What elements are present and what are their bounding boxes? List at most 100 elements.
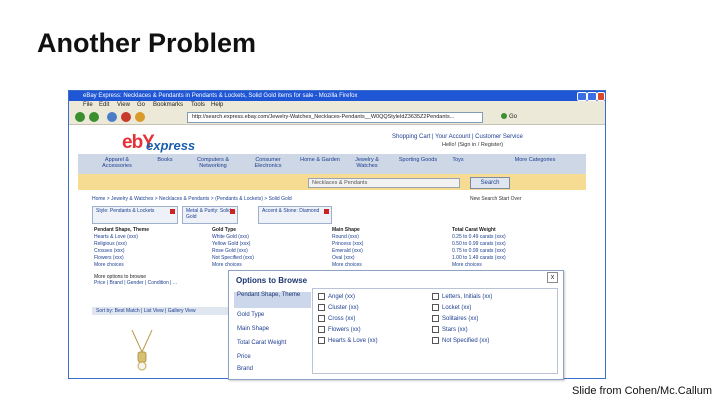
hello-signin[interactable]: Hello! (Sign in / Register): [442, 142, 503, 148]
checkbox[interactable]: [432, 304, 439, 311]
results-view-bar[interactable]: Sort by: Best Match | List View | Galler…: [92, 307, 232, 315]
category-jewelry[interactable]: Jewelry & Watches: [346, 157, 388, 169]
browse-link[interactable]: Religious (xxx): [94, 241, 149, 248]
side-item-main-shape[interactable]: Main Shape: [234, 326, 311, 333]
reload-icon[interactable]: [107, 112, 117, 122]
checkbox[interactable]: [318, 337, 325, 344]
category-bar: Apparel & Accessories Books Computers & …: [78, 154, 586, 174]
column-heading: Pendant Shape, Theme: [94, 227, 150, 233]
home-icon[interactable]: [135, 112, 145, 122]
option-cross[interactable]: Cross (xx): [318, 315, 355, 323]
filter-tag-style[interactable]: Style: Pendants & Lockets: [92, 206, 178, 224]
menu-edit[interactable]: Edit: [99, 101, 109, 110]
option-letters[interactable]: Letters, Initials (xx): [432, 293, 492, 301]
address-bar[interactable]: http://search.express.ebay.com/Jewelry-W…: [187, 112, 483, 123]
browse-link[interactable]: Yellow Gold (xxx): [212, 241, 254, 248]
browse-link[interactable]: Not Specified (xxx): [212, 255, 254, 262]
browse-column-gold: Gold Type White Gold (xxx) Yellow Gold (…: [212, 227, 254, 269]
browse-column-carat: Total Carat Weight 0.25 to 0.49 carats (…: [452, 227, 506, 269]
option-label: Flowers (xx): [328, 327, 361, 334]
menu-file[interactable]: File: [83, 101, 93, 110]
menu-bar: File Edit View Go Bookmarks Tools Help: [69, 101, 605, 110]
checkbox[interactable]: [432, 315, 439, 322]
category-computers[interactable]: Computers & Networking: [188, 157, 238, 169]
option-solitaires[interactable]: Solitaires (xx): [432, 315, 478, 323]
side-item-carat-weight[interactable]: Total Carat Weight: [234, 340, 311, 347]
checkbox[interactable]: [318, 293, 325, 300]
remove-filter-icon[interactable]: [170, 209, 175, 214]
category-electronics[interactable]: Consumer Electronics: [246, 157, 290, 169]
filter-tag-metal[interactable]: Metal & Purity: Solid Gold: [182, 206, 238, 224]
menu-view[interactable]: View: [117, 101, 130, 110]
checkbox[interactable]: [432, 293, 439, 300]
option-flowers[interactable]: Flowers (xx): [318, 326, 361, 334]
more-choices-link[interactable]: More choices: [332, 262, 363, 269]
side-item-price[interactable]: Price: [234, 354, 311, 361]
category-sporting[interactable]: Sporting Goods: [398, 157, 438, 163]
category-apparel[interactable]: Apparel & Accessories: [92, 157, 142, 169]
browse-link[interactable]: 0.25 to 0.49 carats (xxx): [452, 234, 506, 241]
menu-help[interactable]: Help: [211, 101, 223, 110]
filter-tag-accent[interactable]: Accent & Stone: Diamond: [258, 206, 332, 224]
menu-bookmarks[interactable]: Bookmarks: [153, 101, 183, 110]
account-links[interactable]: Shopping Cart | Your Account | Customer …: [392, 134, 523, 140]
more-options-links[interactable]: Price | Brand | Gender | Condition | ...: [94, 280, 177, 286]
more-choices-link[interactable]: More choices: [212, 262, 254, 269]
back-icon[interactable]: [75, 112, 85, 122]
search-button[interactable]: Search: [470, 177, 510, 189]
option-locket[interactable]: Locket (xx): [432, 304, 471, 312]
close-window-icon[interactable]: [597, 92, 605, 101]
remove-filter-icon[interactable]: [324, 209, 329, 214]
more-choices-link[interactable]: More choices: [94, 262, 149, 269]
go-button[interactable]: Go: [501, 112, 523, 122]
browse-link[interactable]: Hearts & Love (xxx): [94, 234, 149, 241]
checkbox[interactable]: [318, 304, 325, 311]
close-icon[interactable]: x: [547, 272, 558, 283]
checkbox[interactable]: [318, 315, 325, 322]
checkbox[interactable]: [318, 326, 325, 333]
checkbox[interactable]: [432, 337, 439, 344]
browse-link[interactable]: Rose Gold (xxx): [212, 248, 254, 255]
category-more[interactable]: More Categories: [502, 157, 568, 163]
forward-icon[interactable]: [89, 112, 99, 122]
minimize-icon[interactable]: [577, 92, 587, 101]
stop-icon[interactable]: [121, 112, 131, 122]
window-title: eBay Express: Necklaces & Pendants in Pe…: [83, 93, 358, 99]
new-search-links[interactable]: New Search Start Over: [470, 196, 521, 202]
browse-link[interactable]: Emerald (xxx): [332, 248, 363, 255]
browse-link[interactable]: Flowers (xxx): [94, 255, 149, 262]
remove-filter-icon[interactable]: [230, 209, 235, 214]
option-angel[interactable]: Angel (xx): [318, 293, 355, 301]
checkbox[interactable]: [432, 326, 439, 333]
browse-column-main-shape: Main Shape Round (xxx) Princess (xxx) Em…: [332, 227, 363, 269]
category-toys[interactable]: Toys: [446, 157, 470, 163]
menu-go[interactable]: Go: [137, 101, 145, 110]
browse-link[interactable]: Princess (xxx): [332, 241, 363, 248]
pendant-thumbnail[interactable]: [122, 330, 162, 374]
browse-link[interactable]: White Gold (xxx): [212, 234, 254, 241]
dialog-title: Options to Browse: [236, 276, 308, 285]
search-input[interactable]: Necklaces & Pendants: [308, 178, 460, 188]
option-hearts-love[interactable]: Hearts & Love (xx): [318, 337, 378, 345]
side-item-pendant-shape[interactable]: Pendant Shape, Theme: [234, 292, 311, 308]
option-not-specified[interactable]: Not Specified (xx): [432, 337, 489, 345]
category-home[interactable]: Home & Garden: [300, 157, 340, 163]
category-books[interactable]: Books: [150, 157, 180, 163]
browse-link[interactable]: 1.00 to 1.49 carats (xxx): [452, 255, 506, 262]
side-item-brand[interactable]: Brand: [234, 366, 311, 373]
breadcrumb[interactable]: Home > Jewelry & Watches > Necklaces & P…: [92, 196, 292, 202]
more-choices-link[interactable]: More choices: [452, 262, 506, 269]
menu-tools[interactable]: Tools: [191, 101, 205, 110]
option-cluster[interactable]: Cluster (xx): [318, 304, 359, 312]
side-item-gold-type[interactable]: Gold Type: [234, 312, 311, 319]
browse-link[interactable]: 0.50 to 0.99 carats (xxx): [452, 241, 506, 248]
browse-link[interactable]: 0.75 to 0.99 carats (xxx): [452, 248, 506, 255]
browse-link[interactable]: Round (xxx): [332, 234, 363, 241]
maximize-icon[interactable]: [587, 92, 597, 101]
browse-link[interactable]: Oval (xxx): [332, 255, 363, 262]
option-label: Cross (xx): [328, 316, 356, 323]
browse-link[interactable]: Crosses (xxx): [94, 248, 149, 255]
filter-tag-label: Metal & Purity: Solid Gold: [186, 208, 232, 220]
ebay-logo-express[interactable]: express: [146, 138, 195, 153]
option-stars[interactable]: Stars (xx): [432, 326, 468, 334]
